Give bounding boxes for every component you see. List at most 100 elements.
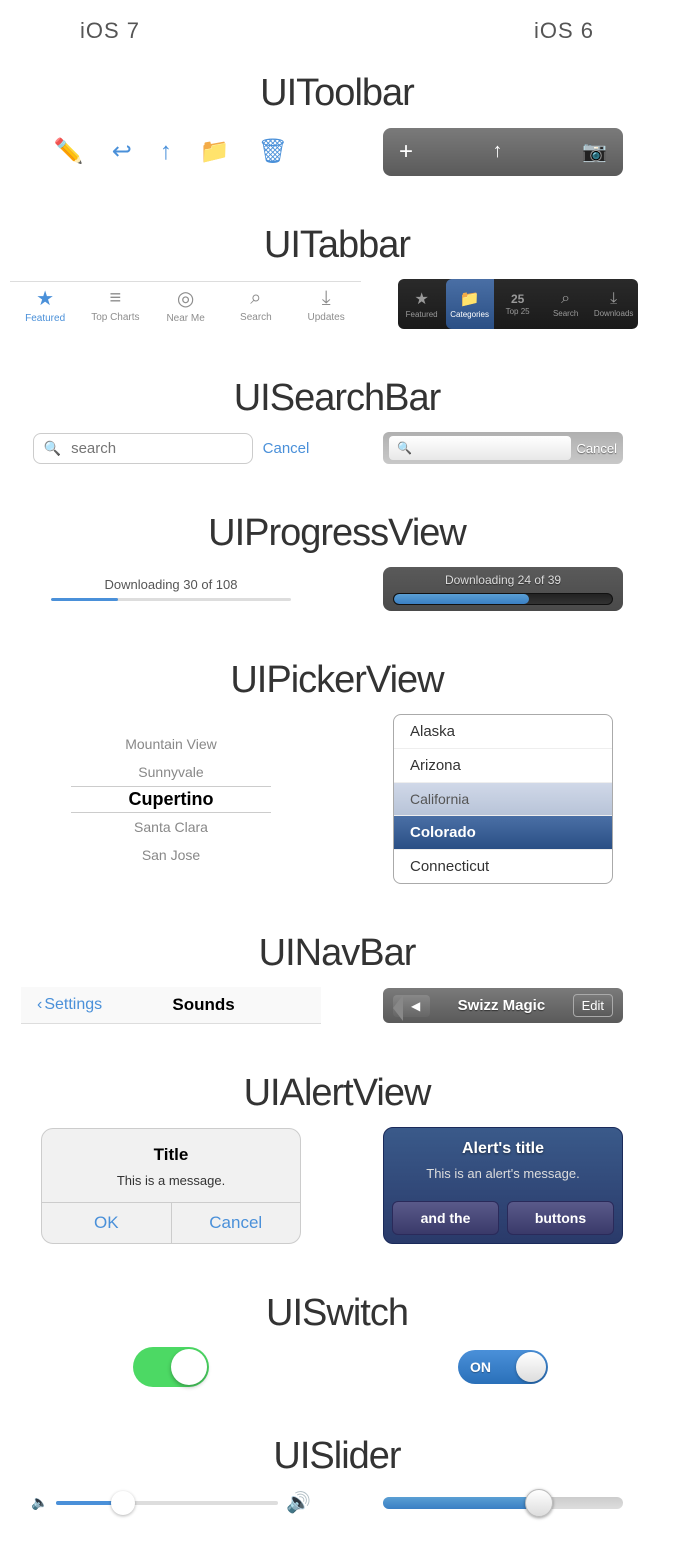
picker-ios6-item-1[interactable]: Alaska <box>394 715 612 749</box>
progress-ios6-label: Downloading 24 of 39 <box>393 573 613 587</box>
uiswitch-row: ON <box>0 1347 674 1407</box>
alert-ios7-cancel[interactable]: Cancel <box>172 1203 301 1243</box>
tab-featured[interactable]: ★ Featured <box>10 286 80 324</box>
slider-ios6-track[interactable] <box>383 1497 623 1509</box>
picker-ios6-item-5[interactable]: Connecticut <box>394 850 612 883</box>
alert-ios6-wrapper: Alert's title This is an alert's message… <box>342 1127 664 1244</box>
tab6-downloads[interactable]: ⤓ Downloads <box>590 279 638 329</box>
uiswitch-title: UISwitch <box>0 1274 674 1347</box>
slider-ios7-track[interactable] <box>56 1501 278 1505</box>
tab6-top25-label: Top 25 <box>506 307 530 316</box>
searchbar-ios6-wrapper: 🔍 Cancel <box>342 432 664 464</box>
picker-ios7-item-4: Santa Clara <box>71 813 271 841</box>
switch-ios7-knob <box>171 1349 207 1385</box>
tab6-top25[interactable]: 25 Top 25 <box>494 279 542 329</box>
alert-ios7: Title This is a message. OK Cancel <box>41 1128 301 1244</box>
search-input-ios6[interactable] <box>416 440 563 456</box>
searchbar-ios7-wrapper: 🔍 Cancel <box>10 433 332 464</box>
alert-ios7-title: Title <box>42 1129 300 1169</box>
switch-ios6[interactable]: ON <box>458 1350 548 1384</box>
slider-ios6-thumb[interactable] <box>525 1489 553 1517</box>
uinavbar-row: ‹ Settings Sounds ◀ Swizz Magic Edit <box>0 987 674 1044</box>
navbar-edit-ios6[interactable]: Edit <box>573 994 613 1017</box>
location-icon: ◎ <box>177 286 194 311</box>
alert-ios6-btn2[interactable]: buttons <box>507 1201 614 1235</box>
navbar-back-ios7[interactable]: ‹ Settings <box>37 996 102 1014</box>
tab-updates[interactable]: ⤓ Updates <box>291 287 361 323</box>
tab-nearme[interactable]: ◎ Near Me <box>151 286 221 324</box>
alert-ios6-btn1[interactable]: and the <box>392 1201 499 1235</box>
slider-ios7-wrapper: 🔈 🔊 <box>10 1490 332 1515</box>
searchbar-ios6-inner[interactable]: 🔍 <box>389 436 571 460</box>
uialertview-row: Title This is a message. OK Cancel Alert… <box>0 1127 674 1264</box>
alert-ios6-message: This is an alert's message. <box>384 1162 622 1193</box>
picker-ios6-item-3[interactable]: California <box>394 783 612 816</box>
uitoolbar-section: UIToolbar ✏️ ↩ ↑ 📁 🗑 + ↑ 📷 <box>0 54 674 206</box>
ios6-label: iOS 6 <box>534 18 594 44</box>
tab6-downloads-label: Downloads <box>594 309 634 318</box>
progress-ios7-track <box>51 598 291 601</box>
folder-icon[interactable]: 📁 <box>200 137 230 166</box>
progress-ios7-label: Downloading 30 of 108 <box>51 577 291 592</box>
plus-icon[interactable]: + <box>399 138 413 166</box>
picker-ios7: Mountain View Sunnyvale Cupertino Santa … <box>71 730 271 869</box>
searchbar-ios7[interactable]: 🔍 <box>33 433 253 464</box>
slider-ios7-thumb[interactable] <box>111 1491 135 1515</box>
progress-ios7-fill <box>51 598 118 601</box>
navbar-back-ios6[interactable]: ◀ <box>393 995 430 1017</box>
picker-ios6-item-4[interactable]: Colorado <box>394 816 612 850</box>
share-icon[interactable]: ↑ <box>160 138 172 166</box>
os-header: iOS 7 iOS 6 <box>0 0 674 54</box>
slider-ios7: 🔈 🔊 <box>31 1490 311 1515</box>
switch-ios7[interactable] <box>133 1347 209 1387</box>
searchbar-ios7-container: 🔍 Cancel <box>33 433 310 464</box>
picker-ios6-item-2[interactable]: Arizona <box>394 749 612 783</box>
navbar-ios7: ‹ Settings Sounds <box>21 987 321 1024</box>
uipickerview-row: Mountain View Sunnyvale Cupertino Santa … <box>0 714 674 904</box>
search-icon-ios6: ⌕ <box>561 290 570 308</box>
navbar-ios7-wrapper: ‹ Settings Sounds <box>10 987 332 1024</box>
picker-ios6[interactable]: Alaska Arizona California Colorado Conne… <box>393 714 613 884</box>
navbar-ios6: ◀ Swizz Magic Edit <box>383 988 623 1023</box>
camera-icon[interactable]: 📷 <box>582 139 607 164</box>
tab6-categories-label: Categories <box>450 310 489 319</box>
edit-icon[interactable]: ✏️ <box>54 137 84 166</box>
search-input-ios7[interactable] <box>71 440 201 457</box>
progress-ios7: Downloading 30 of 108 <box>51 577 291 601</box>
share-icon-ios6[interactable]: ↑ <box>493 140 503 163</box>
top25-icon-ios6: 25 <box>511 292 524 306</box>
progress-ios6-fill <box>394 594 529 604</box>
undo-icon[interactable]: ↩ <box>112 137 132 166</box>
ios7-label: iOS 7 <box>80 18 140 44</box>
tab-search-label: Search <box>240 312 272 323</box>
switch-ios6-knob <box>516 1352 546 1382</box>
search-cancel-ios6[interactable]: Cancel <box>577 441 617 456</box>
tab6-featured[interactable]: ★ Featured <box>398 279 446 329</box>
picker-ios7-selected[interactable]: Cupertino <box>71 786 271 813</box>
tab-topcharts-label: Top Charts <box>91 312 139 323</box>
slider-ios6-fill <box>383 1497 539 1509</box>
search-cancel-ios7[interactable]: Cancel <box>263 440 310 457</box>
alert-ios6-title: Alert's title <box>384 1128 622 1162</box>
tab-topcharts[interactable]: ≡ Top Charts <box>80 287 150 323</box>
uislider-section: UISlider 🔈 🔊 <box>0 1417 674 1545</box>
switch-ios7-wrapper <box>10 1347 332 1387</box>
uitoolbar-title: UIToolbar <box>0 54 674 127</box>
searchbar-ios6: 🔍 Cancel <box>383 432 623 464</box>
tab-search[interactable]: ⌕ Search <box>221 287 291 323</box>
alert-ios7-ok[interactable]: OK <box>42 1203 172 1243</box>
star-icon-ios6: ★ <box>414 289 428 309</box>
uisearchbar-row: 🔍 Cancel 🔍 Cancel <box>0 432 674 484</box>
toolbar-ios7-bar: ✏️ ↩ ↑ 📁 🗑 <box>34 127 308 176</box>
tab6-categories[interactable]: 📁 Categories <box>446 279 494 329</box>
uinavbar-title: UINavBar <box>0 914 674 987</box>
trash-icon[interactable]: 🗑 <box>258 137 288 166</box>
uiswitch-section: UISwitch ON <box>0 1274 674 1417</box>
tab6-search-label: Search <box>553 309 578 318</box>
uialertview-title: UIAlertView <box>0 1054 674 1127</box>
switch-ios6-wrapper: ON <box>342 1350 664 1384</box>
alert-ios7-buttons: OK Cancel <box>42 1202 300 1243</box>
uisearchbar-title: UISearchBar <box>0 359 674 432</box>
tab6-search[interactable]: ⌕ Search <box>542 279 590 329</box>
tabbar-ios6: ★ Featured 📁 Categories 25 Top 25 ⌕ Sear… <box>371 279 664 329</box>
